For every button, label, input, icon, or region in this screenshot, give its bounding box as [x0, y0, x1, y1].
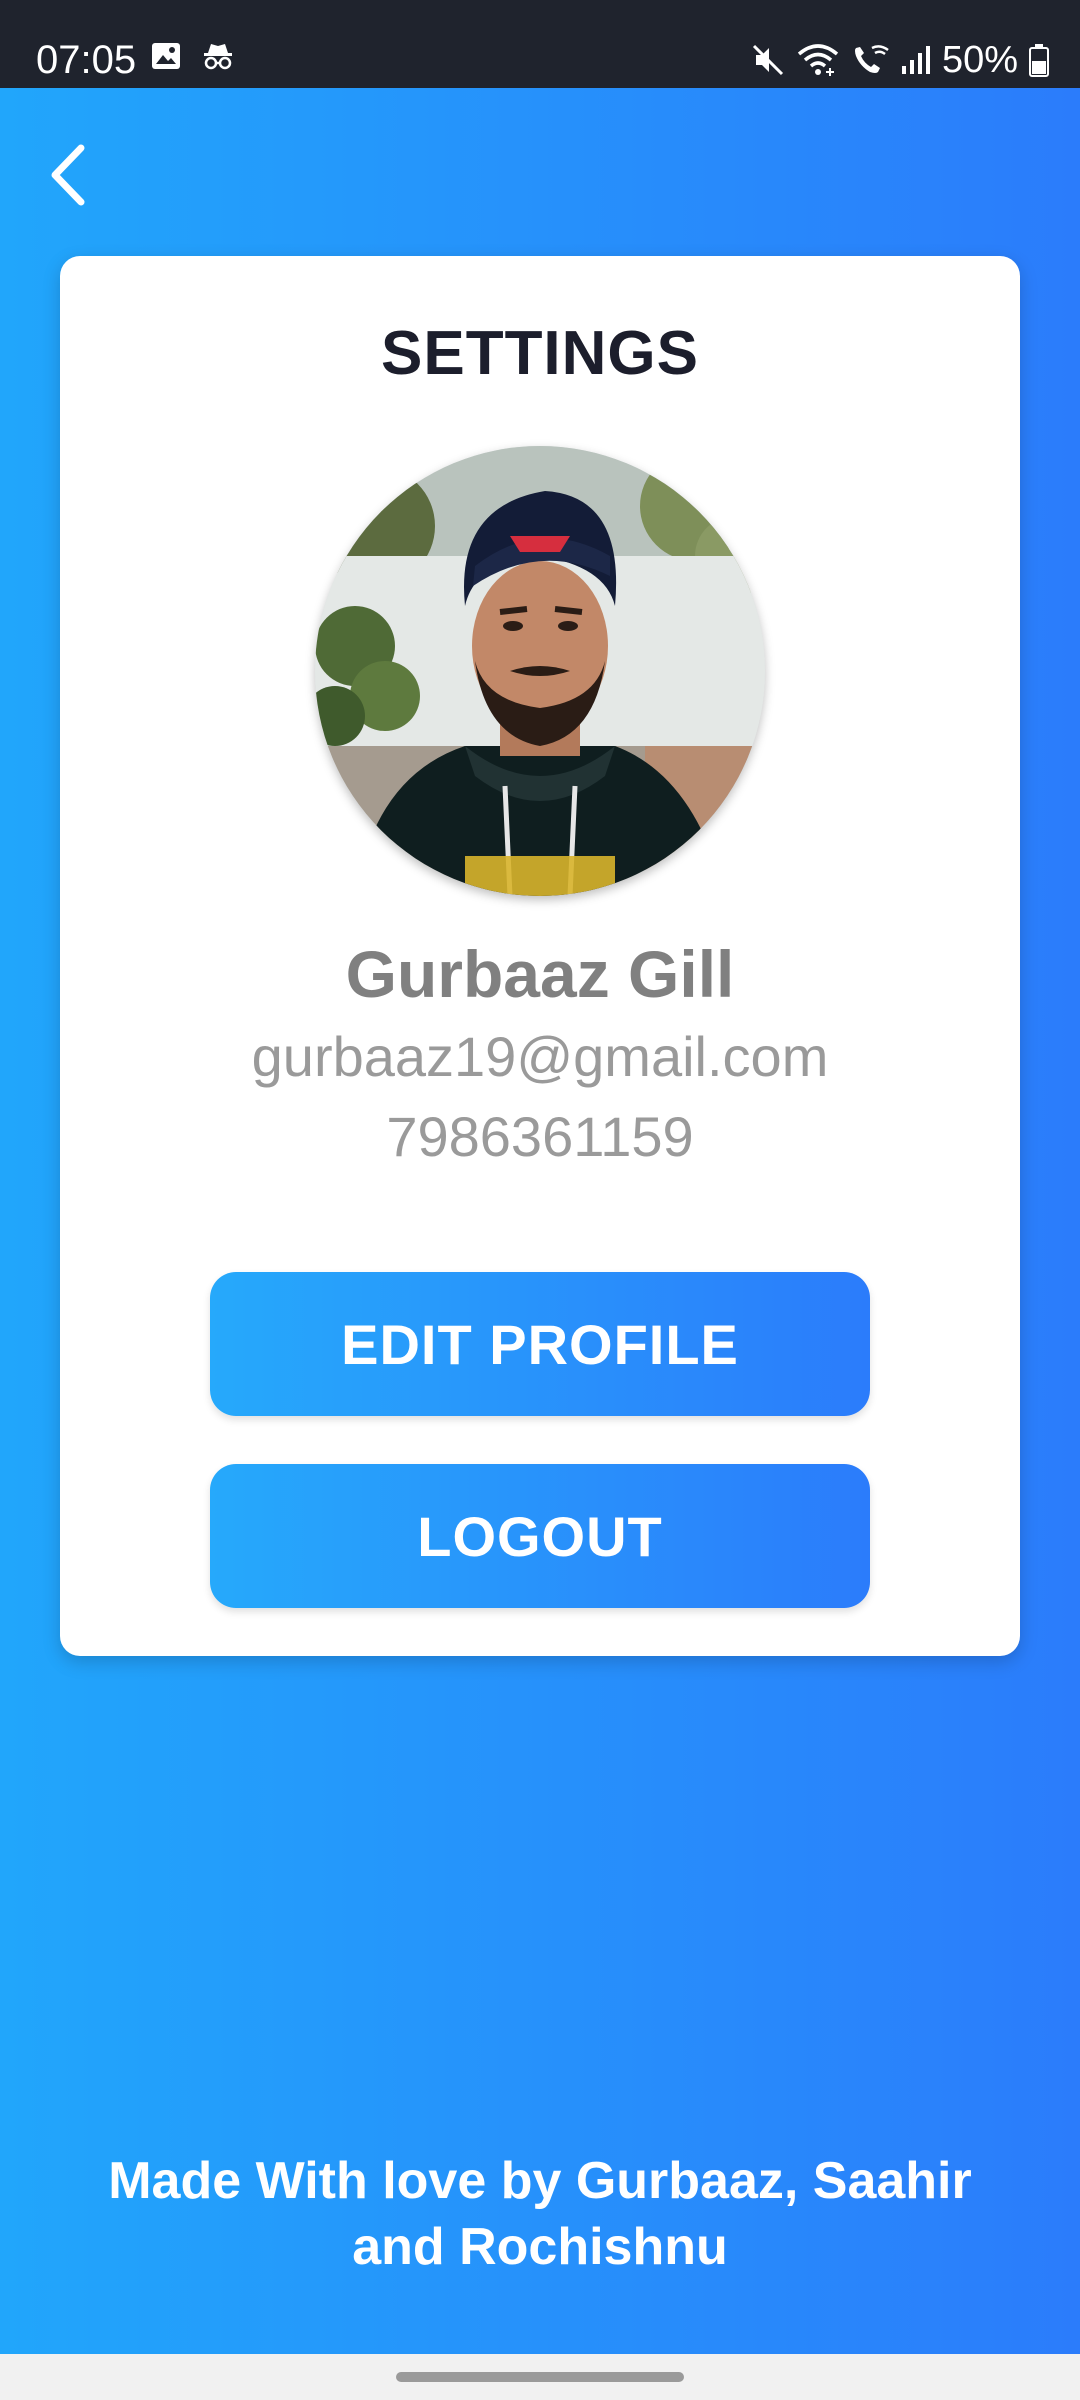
signal-icon: [901, 46, 930, 74]
incognito-icon: [204, 44, 232, 70]
status-bar: 07:05 50%: [0, 0, 1080, 88]
logout-button[interactable]: LOGOUT: [210, 1464, 870, 1608]
wifi-icon: [797, 44, 839, 76]
user-email: gurbaaz19@gmail.com: [251, 1025, 829, 1088]
status-time: 07:05: [36, 38, 137, 82]
settings-screen: SETTINGS Gurbaaz Gill gurbaaz19@gmail.co…: [0, 88, 1080, 2354]
wifi-calling-icon: [854, 45, 889, 73]
avatar: [315, 446, 765, 896]
status-left-icons: [150, 40, 236, 72]
image-icon: [152, 43, 180, 69]
back-button[interactable]: [40, 138, 94, 212]
chevron-left-icon: [51, 144, 85, 206]
battery-percentage: 50%: [941, 39, 1018, 81]
user-phone: 7986361159: [386, 1105, 694, 1168]
status-right: 50%: [750, 36, 1050, 84]
credits-line-2: and Rochishnu: [352, 2218, 728, 2276]
edit-profile-button[interactable]: EDIT PROFILE: [210, 1272, 870, 1416]
credits-line-1: Made With love by Gurbaaz, Saahir: [108, 2152, 972, 2210]
battery-icon: [1029, 44, 1049, 77]
home-gesture-handle[interactable]: [396, 2372, 684, 2382]
mute-icon: [752, 44, 783, 76]
credits-footer: Made With love by Gurbaaz, Saahir and Ro…: [40, 2148, 1040, 2280]
profile-photo: [315, 446, 765, 896]
navigation-bar: [0, 2354, 1080, 2400]
user-name: Gurbaaz Gill: [345, 937, 735, 1011]
page-title: SETTINGS: [380, 319, 700, 388]
profile-card: SETTINGS Gurbaaz Gill gurbaaz19@gmail.co…: [60, 256, 1020, 1656]
